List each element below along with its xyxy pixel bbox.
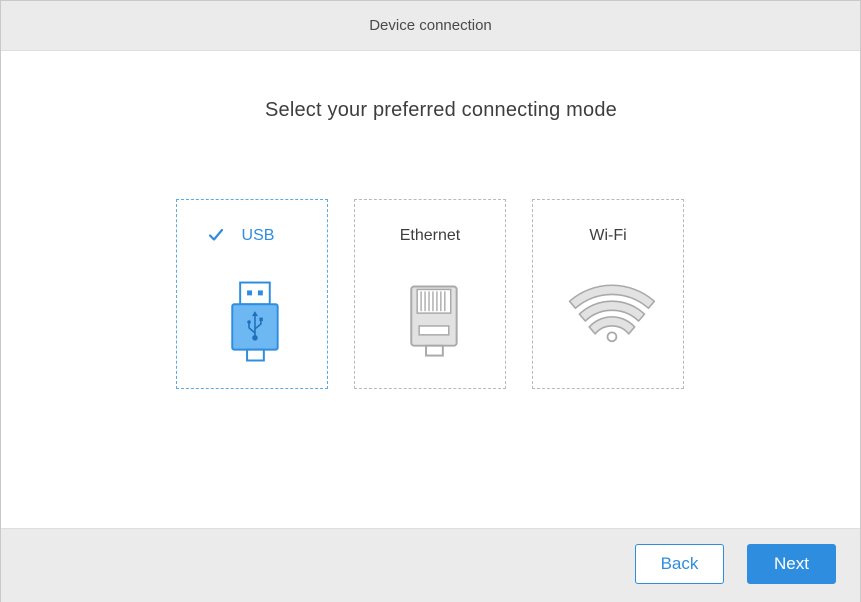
option-label-wifi: Wi-Fi <box>589 227 627 244</box>
option-label-usb: USB <box>241 227 275 244</box>
window-title: Device connection <box>369 17 492 34</box>
title-bar: Device connection <box>1 1 860 51</box>
page-heading: Select your preferred connecting mode <box>264 99 618 121</box>
ethernet-icon <box>410 285 458 357</box>
usb-icon <box>231 281 279 362</box>
option-ethernet[interactable]: Ethernet <box>354 199 506 389</box>
next-button[interactable]: Next <box>747 544 836 584</box>
option-usb[interactable]: USB <box>176 199 328 389</box>
option-wifi[interactable]: Wi-Fi <box>532 199 684 389</box>
device-connection-dialog: Device connection Select your preferred … <box>0 0 861 602</box>
wifi-icon <box>568 284 656 343</box>
option-label-ethernet: Ethernet <box>399 227 461 244</box>
footer-bar: Back Next <box>1 528 860 602</box>
back-button[interactable]: Back <box>635 544 724 584</box>
